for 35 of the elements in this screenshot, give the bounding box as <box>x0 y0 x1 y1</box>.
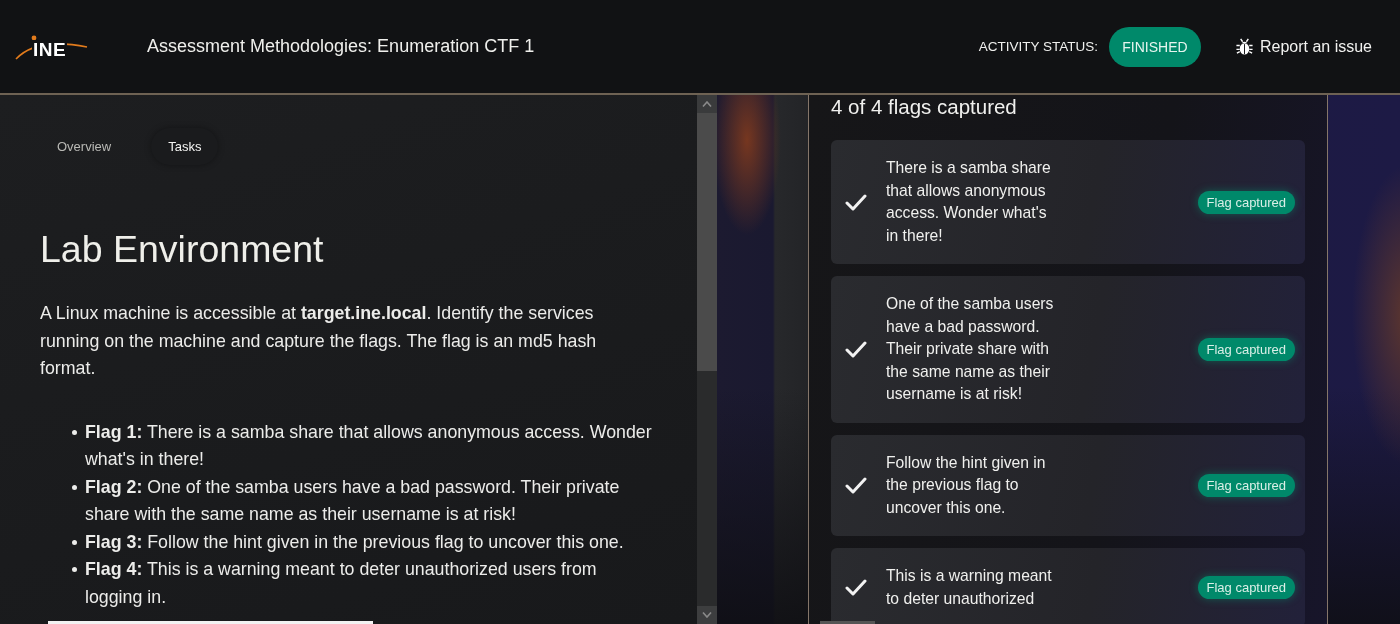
flag-text: This is a warning meant to deter unauthorized <box>886 566 1053 609</box>
intro-paragraph: A Linux machine is accessible at target.ine.local. Identify the services running on the machine and capture the flags. The flag is an md5 hash format. <box>40 302 598 380</box>
bullet-icon <box>72 539 77 545</box>
scrollbar-thumb[interactable] <box>820 621 875 624</box>
report-issue-link[interactable]: Report an issue <box>1234 37 1372 56</box>
status-badge: FINISHED <box>1108 26 1201 67</box>
flag-description: Flag 1: There is a samba share that allows anonymous access. Wonder what's in there! <box>85 420 653 471</box>
flag-status-badge: Flag captured <box>1197 190 1295 214</box>
flag-description: Flag 2: One of the samba users have a bad password. Their private share with the same name as their username is at risk! <box>85 475 621 526</box>
bug-icon <box>1234 37 1254 56</box>
chevron-up-icon <box>702 101 712 107</box>
scrollbar-thumb[interactable] <box>48 621 373 624</box>
lab-title: Assessment Methodologies: Enumeration CTF 1 <box>147 36 535 57</box>
chevron-down-icon <box>702 612 712 618</box>
vertical-scrollbar[interactable] <box>697 95 717 624</box>
flag-description: Flag 3: Follow the hint given in the previous flag to uncover this one. <box>85 530 624 554</box>
activity-status-label: ACTIVITY STATUS: <box>978 39 1098 54</box>
scroll-down-button[interactable] <box>697 606 717 624</box>
bullet-icon <box>72 484 77 490</box>
flag-status-badge: Flag captured <box>1197 576 1295 599</box>
flag-description: Flag 4: This is a warning meant to deter unauthorized users from logging in. <box>85 558 598 609</box>
flag-status-badge: Flag captured <box>1197 473 1295 497</box>
flag-text: There is a samba share that allows anonymous access. Wonder what's in there! <box>886 158 1052 246</box>
scroll-up-button[interactable] <box>697 95 717 113</box>
tab[interactable]: Overview <box>40 128 129 165</box>
logo[interactable]: INE <box>15 33 89 60</box>
bullet-icon <box>72 429 77 435</box>
flag-status-badge: Flag captured <box>1197 337 1295 361</box>
bullet-icon <box>72 567 77 572</box>
flag-text: One of the samba users have a bad password. Their private share with the same name as their username is at risk! <box>886 294 1055 404</box>
tab[interactable]: Tasks <box>151 128 219 165</box>
flag-text: Follow the hint given in the previous flag to uncover this one. <box>886 452 1047 518</box>
scrollbar-thumb[interactable] <box>697 113 717 371</box>
flags-summary: 4 of 4 flags captured <box>831 95 1018 119</box>
section-heading: Lab Environment <box>40 227 325 271</box>
